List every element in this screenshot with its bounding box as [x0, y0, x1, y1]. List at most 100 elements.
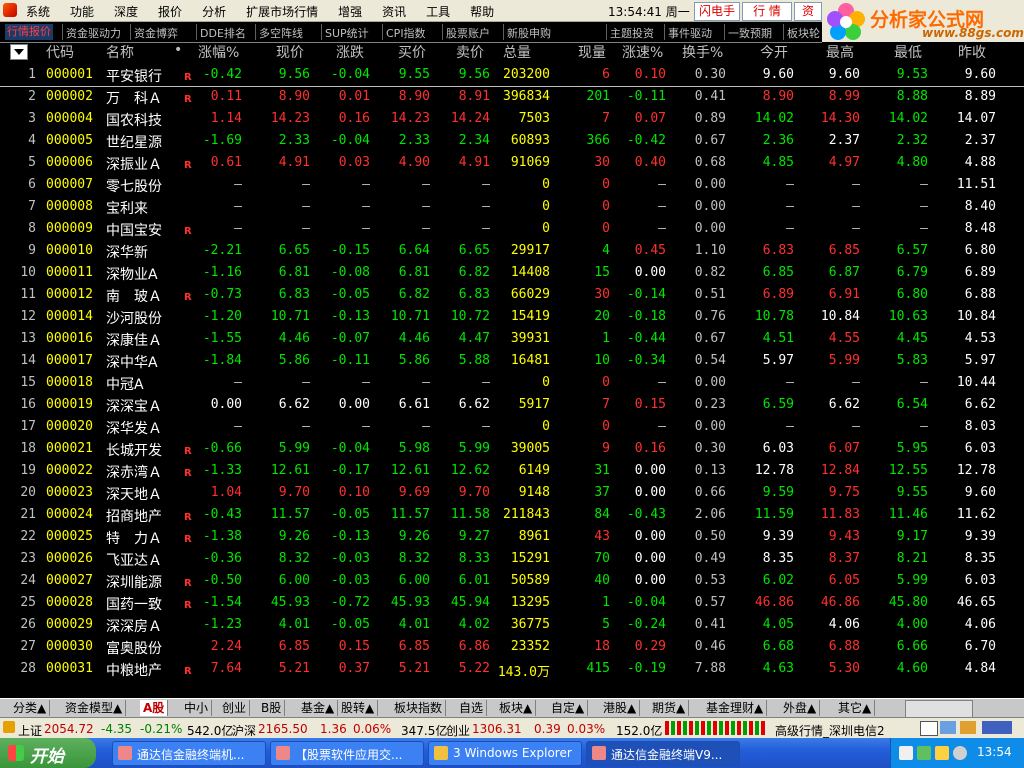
- subtab-8[interactable]: 新股申购: [507, 25, 551, 41]
- start-button[interactable]: 开始: [0, 738, 96, 768]
- column-header-10[interactable]: 涨速%: [622, 42, 663, 62]
- column-menu-button[interactable]: [10, 44, 28, 60]
- column-header-8[interactable]: 总量: [503, 42, 531, 62]
- column-header-15[interactable]: 昨收: [958, 42, 986, 62]
- table-row[interactable]: 15 000018 中冠A – – – – – 0 0 – 0.00 – – – 10.44: [0, 372, 1024, 394]
- market-tab-16[interactable]: 其它▲: [835, 700, 876, 716]
- column-header-11[interactable]: 换手%: [682, 42, 723, 62]
- table-row[interactable]: 25 000028 国药一致 R -1.54 45.93 -0.72 45.93 45.94 13…: [0, 592, 1024, 614]
- table-row[interactable]: 23 000026 飞亚达Ａ -0.36 8.32 -0.03 8.32 8.33 15291 7…: [0, 548, 1024, 570]
- market-tab-2[interactable]: A股: [140, 700, 169, 716]
- subtab-12[interactable]: 板块轮: [787, 25, 820, 41]
- menu-item-3[interactable]: 报价: [158, 3, 182, 20]
- market-tab-11[interactable]: 自定▲: [548, 700, 589, 716]
- column-header-2[interactable]: •: [174, 42, 182, 62]
- menu-item-4[interactable]: 分析: [202, 3, 226, 20]
- alert-icon[interactable]: [960, 721, 976, 734]
- market-tab-5[interactable]: B股: [258, 700, 286, 716]
- table-row[interactable]: 16 000019 深深宝Ａ 0.00 6.62 0.00 6.61 6.62 5917 7 0.1…: [0, 394, 1024, 416]
- column-header-5[interactable]: 涨跌: [336, 42, 364, 62]
- table-row[interactable]: 10 000011 深物业A -1.16 6.81 -0.08 6.81 6.82 14408 1…: [0, 262, 1024, 284]
- info-button[interactable]: 资: [794, 2, 822, 21]
- subtab-6[interactable]: CPI指数: [386, 25, 426, 41]
- table-row[interactable]: 18 000021 长城开发 R -0.66 5.99 -0.04 5.98 5.99 39005…: [0, 438, 1024, 460]
- table-row[interactable]: 19 000022 深赤湾Ａ R -1.33 12.61 -0.17 12.61 12.62 61…: [0, 460, 1024, 482]
- menu-item-8[interactable]: 工具: [426, 3, 450, 20]
- table-row[interactable]: 2 000002 万 科Ａ R 0.11 8.90 0.01 8.90 8.91 396834 20…: [0, 86, 1024, 108]
- taskbar-item-2[interactable]: 【股票软件应用交...: [270, 741, 424, 766]
- flash-trade-button[interactable]: 闪电手: [694, 2, 740, 21]
- sh-index-label[interactable]: 上证: [18, 722, 42, 739]
- message-icon[interactable]: [940, 721, 956, 734]
- table-row[interactable]: 9 000010 深华新 -2.21 6.65 -0.15 6.64 6.65 29917 4 0.…: [0, 240, 1024, 262]
- subtab-4[interactable]: 多空阵线: [259, 25, 303, 41]
- column-header-0[interactable]: 代码: [46, 42, 74, 62]
- table-row[interactable]: 26 000029 深深房Ａ -1.23 4.01 -0.05 4.01 4.02 36775 5…: [0, 614, 1024, 636]
- brand-url[interactable]: www.88gs.com: [922, 26, 1024, 40]
- market-tab-9[interactable]: 自选: [456, 700, 488, 716]
- subtab-2[interactable]: 资金博弈: [134, 25, 178, 41]
- menu-item-7[interactable]: 资讯: [382, 3, 406, 20]
- market-tab-15[interactable]: 外盘▲: [780, 700, 821, 716]
- table-row[interactable]: 8 000009 中国宝安 R – – – – –0 0–0.00– – –8.48: [0, 218, 1024, 240]
- market-tab-7[interactable]: 股转▲: [338, 700, 379, 716]
- menu-item-6[interactable]: 增强: [338, 3, 362, 20]
- table-row[interactable]: 4 000005 世纪星源 -1.69 2.33 -0.04 2.33 2.34 60893 36…: [0, 130, 1024, 152]
- subtab-5[interactable]: SUP统计: [325, 25, 369, 41]
- market-tab-6[interactable]: 基金▲: [298, 700, 339, 716]
- quote-button[interactable]: 行 情: [742, 2, 792, 21]
- table-row[interactable]: 27 000030 富奥股份 2.24 6.85 0.15 6.85 6.86 23352 18 0…: [0, 636, 1024, 658]
- market-tab-13[interactable]: 期货▲: [649, 700, 690, 716]
- tray-app-icon[interactable]: [899, 746, 913, 760]
- column-header-3[interactable]: 涨幅%: [198, 42, 239, 62]
- table-row[interactable]: 22 000025 特 力Ａ R -1.38 9.26 -0.13 9.26 9.27 8961 4…: [0, 526, 1024, 548]
- table-row[interactable]: 12 000014 沙河股份 -1.20 10.71 -0.13 10.71 10.72 154…: [0, 306, 1024, 328]
- tray-security-icon[interactable]: [935, 746, 949, 760]
- column-header-1[interactable]: 名称: [106, 42, 134, 62]
- menu-item-5[interactable]: 扩展市场行情: [246, 3, 318, 20]
- taskbar-item-3[interactable]: 3 Windows Explorer: [428, 741, 582, 766]
- menu-item-0[interactable]: 系统: [26, 3, 50, 20]
- taskbar-item-4[interactable]: 通达信金融终端V9...: [586, 741, 740, 766]
- mail-icon[interactable]: [920, 721, 938, 736]
- tray-network-icon[interactable]: [917, 746, 931, 760]
- table-row[interactable]: 24 000027 深圳能源 R -0.50 6.00 -0.03 6.00 6.01 50589…: [0, 570, 1024, 592]
- table-row[interactable]: 20 000023 深天地Ａ 1.04 9.70 0.10 9.69 9.70 9148 37 0.…: [0, 482, 1024, 504]
- subtab-9[interactable]: 主题投资: [610, 25, 654, 41]
- subtab-7[interactable]: 股票账户: [446, 25, 490, 41]
- market-tab-8[interactable]: 板块指数: [391, 700, 447, 716]
- column-header-7[interactable]: 卖价: [456, 42, 484, 62]
- table-row[interactable]: 14 000017 深中华A -1.84 5.86 -0.11 5.86 5.88 16481 1…: [0, 350, 1024, 372]
- table-row[interactable]: 3 000004 国农科技 1.14 14.23 0.16 14.23 14.24 7503 7 0…: [0, 108, 1024, 130]
- column-header-13[interactable]: 最高: [826, 42, 854, 62]
- connection-icon[interactable]: [982, 721, 1012, 734]
- speaker-icon[interactable]: [953, 746, 967, 760]
- table-row[interactable]: 13 000016 深康佳Ａ -1.55 4.46 -0.07 4.46 4.47 39931 1…: [0, 328, 1024, 350]
- table-row[interactable]: 7 000008 宝利来 – – – – – 0 0 – 0.00 – – – 8.40: [0, 196, 1024, 218]
- taskbar-item-1[interactable]: 通达信金融终端机...: [112, 741, 266, 766]
- table-row[interactable]: 6 000007 零七股份 – – – – – 0 0 – 0.00 – – – 11.51: [0, 174, 1024, 196]
- horizontal-scrollbar[interactable]: [905, 700, 973, 718]
- subtab-11[interactable]: 一致预期: [728, 25, 772, 41]
- market-tab-3[interactable]: 中小: [181, 700, 213, 716]
- market-tab-1[interactable]: 资金模型▲: [62, 700, 127, 716]
- table-row[interactable]: 1 000001 平安银行 R -0.42 9.56 -0.04 9.55 9.56 203200…: [0, 64, 1024, 87]
- menu-item-1[interactable]: 功能: [70, 3, 94, 20]
- market-tab-4[interactable]: 创业: [219, 700, 251, 716]
- table-row[interactable]: 28 000031 中粮地产 R 7.64 5.21 0.37 5.21 5.22 143.0万 4…: [0, 658, 1024, 680]
- subtab-3[interactable]: DDE排名: [200, 25, 246, 41]
- column-header-6[interactable]: 买价: [398, 42, 426, 62]
- market-tab-14[interactable]: 基金理财▲: [703, 700, 768, 716]
- column-header-4[interactable]: 现价: [276, 42, 304, 62]
- table-row[interactable]: 17 000020 深华发Ａ – – – – – 0 0 – 0.00 – – – 8.03: [0, 416, 1024, 438]
- market-tab-0[interactable]: 分类▲: [10, 700, 51, 716]
- subtab-0[interactable]: 行情报价: [5, 24, 53, 40]
- subtab-10[interactable]: 事件驱动: [668, 25, 712, 41]
- server-name[interactable]: 高级行情_深圳电信2: [775, 722, 885, 739]
- market-tab-10[interactable]: 板块▲: [496, 700, 537, 716]
- table-row[interactable]: 5 000006 深振业Ａ R 0.61 4.91 0.03 4.90 4.91 91069 30 0…: [0, 152, 1024, 174]
- column-header-12[interactable]: 今开: [760, 42, 788, 62]
- table-row[interactable]: 21 000024 招商地产 R -0.43 11.57 -0.05 11.57 11.58 21…: [0, 504, 1024, 526]
- menu-item-2[interactable]: 深度: [114, 3, 138, 20]
- cy-index-label[interactable]: 创业: [446, 722, 470, 739]
